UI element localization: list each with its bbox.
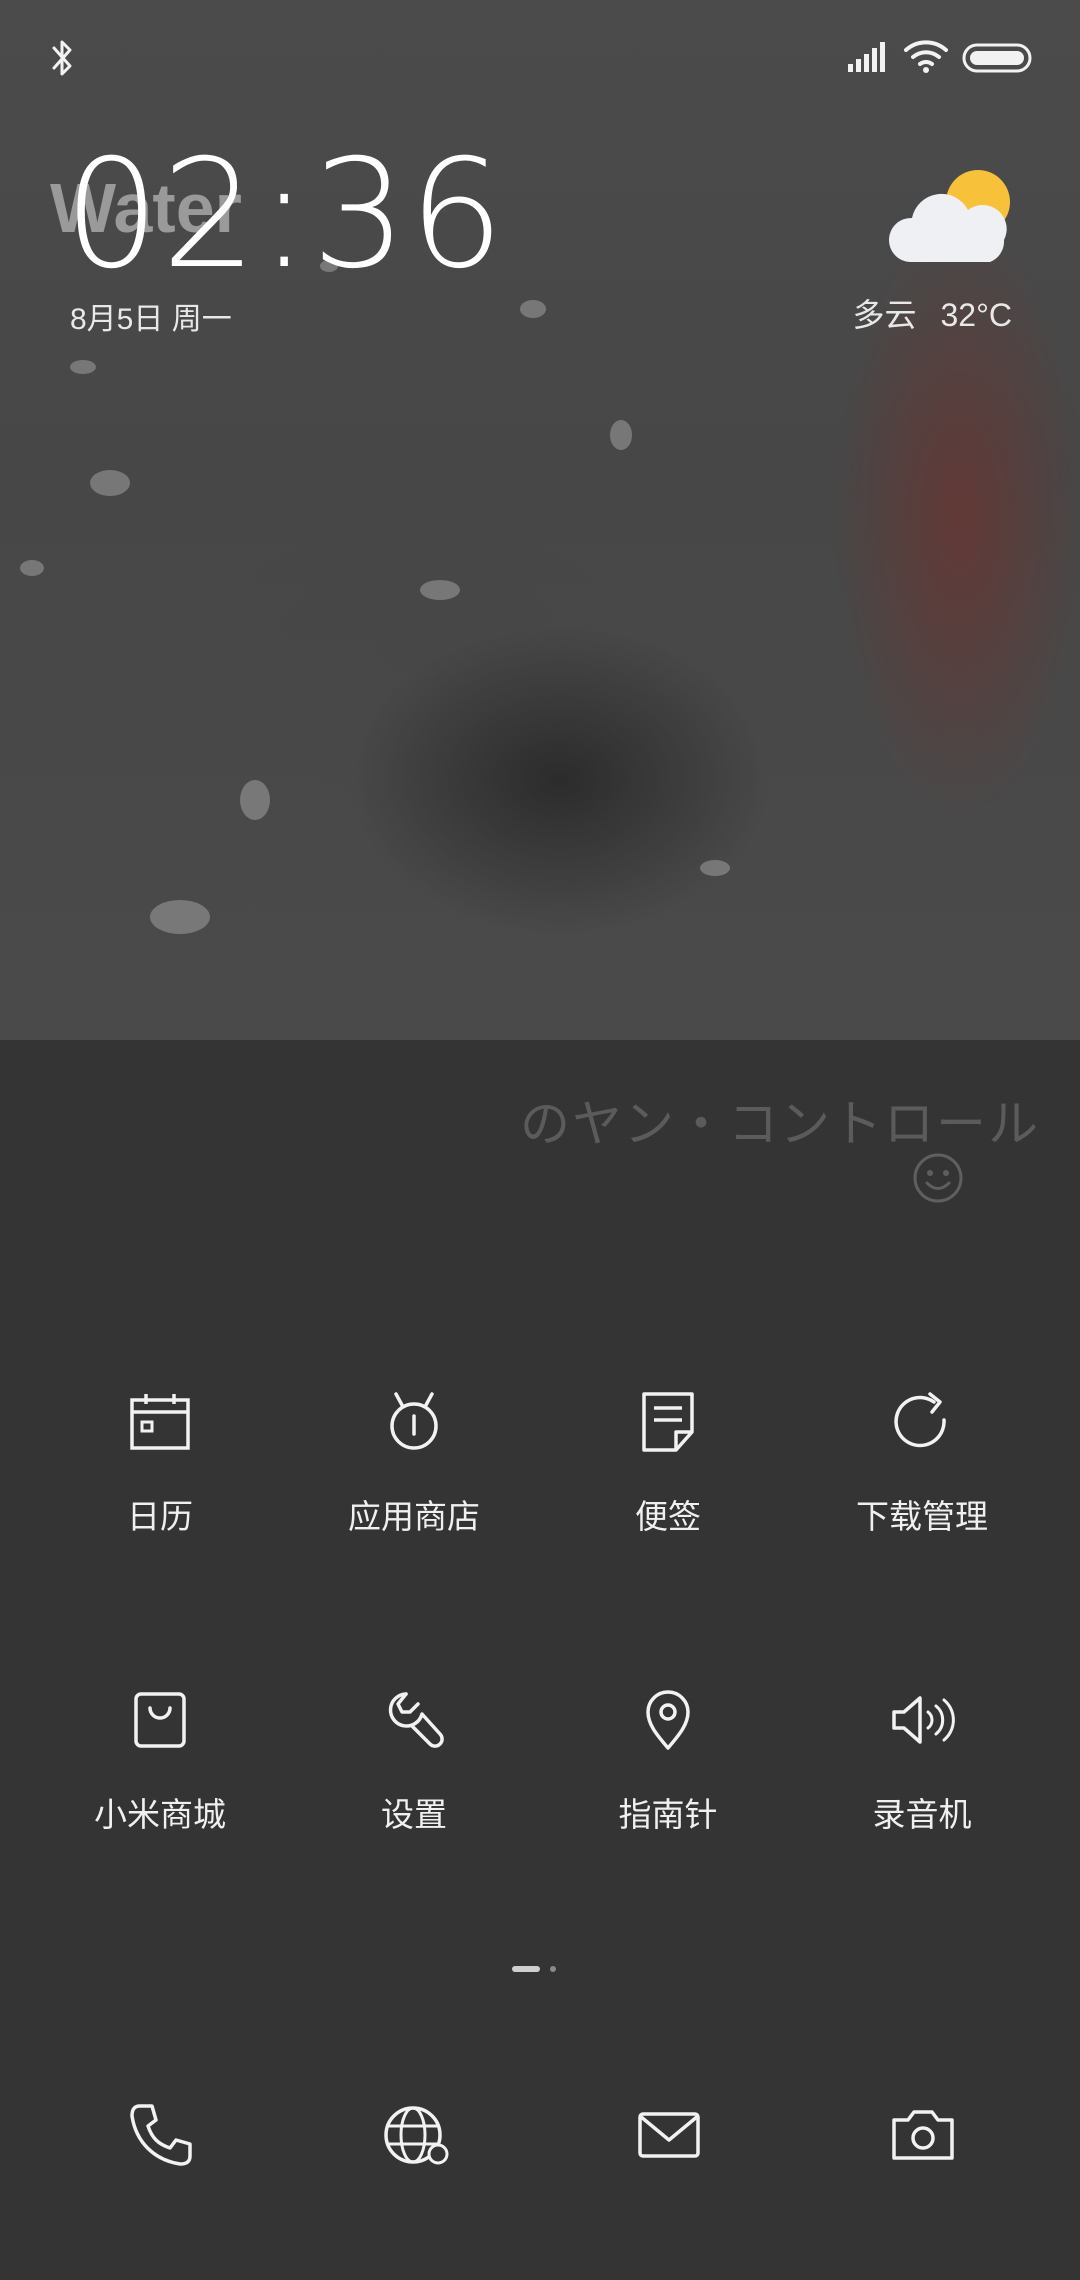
wifi-icon	[904, 40, 948, 73]
browser-globe-icon[interactable]	[380, 2100, 450, 2170]
page-dot-active	[512, 1966, 540, 1972]
camera-icon[interactable]	[888, 2100, 958, 2170]
dock	[0, 2100, 1080, 2180]
app-label: 日历	[127, 1498, 193, 1535]
messages-envelope-icon[interactable]	[634, 2100, 704, 2170]
status-bar	[0, 0, 1080, 120]
weather-condition: 多云	[852, 297, 917, 333]
bluetooth-icon	[52, 40, 72, 76]
app-label: 应用商店	[348, 1498, 480, 1535]
app-compass[interactable]: 指南针	[541, 1688, 795, 1836]
lock-clock-time: 02:36	[64, 128, 507, 302]
mi-store-bag-icon	[134, 1692, 186, 1748]
wallpaper-lower	[0, 1040, 1080, 2280]
app-download-manager[interactable]: 下载管理	[795, 1390, 1049, 1538]
download-manager-icon	[894, 1392, 946, 1448]
phone-icon[interactable]	[126, 2100, 196, 2170]
app-app-store[interactable]: 应用商店	[287, 1390, 541, 1538]
partly-cloudy-icon[interactable]	[888, 166, 1014, 270]
signal-icon	[848, 42, 885, 72]
app-label: 指南针	[618, 1796, 718, 1833]
app-mi-store[interactable]: 小米商城	[33, 1688, 287, 1836]
app-recorder[interactable]: 录音机	[795, 1688, 1049, 1836]
app-label: 便签	[635, 1498, 701, 1535]
app-calendar[interactable]: 日历	[33, 1390, 287, 1538]
app-settings[interactable]: 设置	[287, 1688, 541, 1836]
settings-wrench-icon	[388, 1692, 444, 1748]
weather-summary[interactable]: 多云 32°C	[852, 290, 1012, 336]
weather-temperature: 32°C	[940, 297, 1013, 333]
app-label: 小米商城	[94, 1796, 226, 1833]
app-label: 下载管理	[856, 1498, 988, 1535]
app-label: 录音机	[872, 1796, 972, 1833]
app-store-icon	[390, 1392, 438, 1450]
smiley-icon	[913, 1153, 963, 1203]
battery-icon	[962, 43, 1032, 73]
compass-location-icon	[646, 1690, 690, 1750]
signature-text: のヤン・コントロール	[520, 1096, 1040, 1152]
calendar-icon	[130, 1394, 190, 1450]
lock-clock-date: 8月5日 周一	[70, 303, 232, 336]
recorder-speaker-icon	[892, 1696, 955, 1744]
page-dot	[550, 1966, 556, 1972]
app-notes[interactable]: 便签	[541, 1390, 795, 1538]
notes-icon	[642, 1392, 694, 1452]
app-label: 设置	[381, 1796, 447, 1833]
